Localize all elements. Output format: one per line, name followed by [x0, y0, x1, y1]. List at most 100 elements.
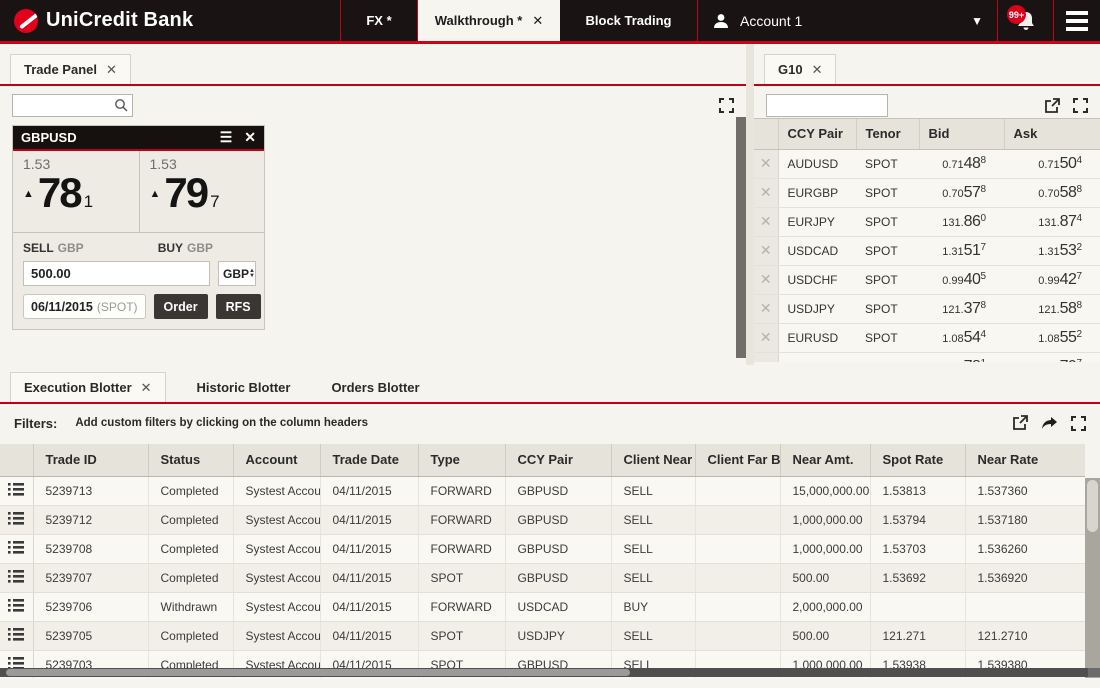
bid-cell[interactable]: 0.71488 — [919, 149, 1004, 179]
blotter-row[interactable]: 5239712CompletedSystest Account04/11/201… — [0, 505, 1085, 535]
blotter-column-header[interactable]: Client Far Base — [695, 444, 781, 477]
main-menu-button[interactable] — [1053, 0, 1100, 41]
remove-pair-button[interactable]: ✕ — [754, 178, 779, 208]
rates-row: ✕ AUDUSD SPOT 0.71488 0.71504 — [754, 149, 1100, 179]
cell-near_amt: 1,000,000.00 — [780, 534, 871, 564]
tab-execution-blotter[interactable]: Execution Blotter ✕ — [10, 372, 166, 402]
expand-icon[interactable] — [1071, 415, 1086, 431]
bid-cell[interactable]: 131.860 — [919, 207, 1004, 237]
remove-pair-button[interactable]: ✕ — [754, 294, 779, 324]
tab-fx[interactable]: FX * — [340, 0, 417, 41]
rates-column-header[interactable]: Ask — [1004, 119, 1100, 150]
row-menu-button[interactable] — [0, 621, 34, 651]
blotter-row[interactable]: 5239707CompletedSystest Account04/11/201… — [0, 563, 1085, 593]
blotter-column-header[interactable]: CCY Pair — [505, 444, 612, 477]
tab-g10[interactable]: G10 ✕ — [764, 54, 837, 84]
tab-block-trading[interactable]: Block Trading — [560, 0, 697, 41]
blotter-row[interactable]: 5239708CompletedSystest Account04/11/201… — [0, 534, 1085, 564]
bid-price-button[interactable]: 1.53 ▲ 78 1 — [13, 151, 139, 232]
ask-cell[interactable]: 0.70588 — [1004, 178, 1100, 208]
rates-column-header[interactable]: Tenor — [856, 119, 920, 150]
remove-pair-button[interactable]: ✕ — [754, 149, 779, 179]
ask-cell[interactable]: 131.874 — [1004, 207, 1100, 237]
share-icon[interactable] — [1041, 416, 1058, 431]
order-button[interactable]: Order — [153, 294, 208, 319]
currency-select[interactable]: GBP ▲ ▼ — [218, 261, 256, 286]
cell-near_amt: 500.00 — [780, 621, 871, 651]
row-menu-button[interactable] — [0, 534, 34, 564]
tab-trade-panel[interactable]: Trade Panel ✕ — [10, 54, 131, 84]
blotter-horizontal-scrollbar[interactable] — [0, 668, 1088, 677]
tab-historic-blotter[interactable]: Historic Blotter — [184, 372, 304, 402]
tile-header[interactable]: GBPUSD ☰ ✕ — [13, 126, 264, 151]
cell-client_far_base — [695, 592, 781, 622]
row-menu-button[interactable] — [0, 563, 34, 593]
ask-cell[interactable]: 0.99427 — [1004, 265, 1100, 295]
blotter-row[interactable]: 5239705CompletedSystest Account04/11/201… — [0, 621, 1085, 651]
rfs-button[interactable]: RFS — [215, 294, 261, 319]
remove-pair-button[interactable]: ✕ — [754, 236, 779, 266]
close-icon[interactable]: ✕ — [812, 62, 823, 78]
blotter-column-header[interactable]: Spot Rate — [870, 444, 966, 477]
rates-column-header[interactable]: CCY Pair — [778, 119, 857, 150]
cell-trade_id: 5239708 — [33, 534, 149, 564]
account-menu[interactable]: Account 1 ▼ — [697, 0, 997, 41]
blotter-column-header[interactable]: Client Near Bas — [611, 444, 696, 477]
ask-cell[interactable]: 1.31532 — [1004, 236, 1100, 266]
bid-cell[interactable]: 0.99405 — [919, 265, 1004, 295]
tab-walkthrough[interactable]: Walkthrough * ✕ — [417, 0, 560, 41]
blotter-column-header[interactable]: Account — [233, 444, 321, 477]
blotter-column-header[interactable] — [0, 444, 34, 477]
notifications-button[interactable]: 99+ — [997, 0, 1053, 41]
blotter-row[interactable]: 5239706WithdrawnSystest Account04/11/201… — [0, 592, 1085, 622]
trade-panel-tab-row: Trade Panel ✕ — [0, 44, 746, 86]
close-icon[interactable]: ✕ — [532, 13, 543, 29]
settlement-date-field[interactable]: 06/11/2015 (SPOT) — [23, 294, 146, 319]
tile-close-icon[interactable]: ✕ — [244, 129, 256, 146]
popout-icon[interactable] — [1044, 97, 1060, 114]
ccy-pair-cell: EURGBP — [778, 178, 856, 208]
rates-search-input[interactable] — [766, 94, 888, 117]
blotter-column-header[interactable]: Type — [418, 444, 506, 477]
remove-pair-button[interactable]: ✕ — [754, 323, 779, 353]
ask-cell[interactable]: 0.71504 — [1004, 149, 1100, 179]
bid-big-figure: 78 — [37, 169, 83, 216]
ask-pip: 7 — [210, 192, 220, 211]
ask-cell[interactable]: 1.08552 — [1004, 323, 1100, 353]
blotter-column-header[interactable]: Near Rate — [965, 444, 1085, 477]
ask-cell[interactable]: 1.53797 — [1004, 352, 1100, 362]
bid-cell[interactable]: 121.378 — [919, 294, 1004, 324]
blotter-row[interactable]: 5239713CompletedSystest Account04/11/201… — [0, 476, 1085, 506]
bid-cell[interactable]: 0.70578 — [919, 178, 1004, 208]
close-icon[interactable]: ✕ — [141, 380, 152, 396]
expand-icon[interactable] — [719, 98, 734, 113]
row-menu-button[interactable] — [0, 476, 34, 506]
amount-input[interactable] — [23, 261, 210, 286]
bid-cell[interactable]: 1.31517 — [919, 236, 1004, 266]
bid-cell[interactable]: 1.53781 — [919, 352, 1004, 362]
row-menu-button[interactable] — [0, 592, 34, 622]
cell-client_near_base: SELL — [611, 476, 696, 506]
remove-pair-button[interactable]: ✕ — [754, 207, 779, 237]
tile-menu-icon[interactable]: ☰ — [220, 129, 233, 146]
row-menu-button[interactable] — [0, 505, 34, 535]
ask-price-button[interactable]: 1.53 ▲ 79 7 — [138, 151, 265, 232]
cell-near_rate: 1.537360 — [965, 476, 1085, 506]
remove-pair-button[interactable]: ✕ — [754, 265, 779, 295]
cell-trade_date: 04/11/2015 — [320, 563, 419, 593]
blotter-column-header[interactable]: Near Amt. — [780, 444, 871, 477]
blotter-column-header[interactable]: Status — [148, 444, 234, 477]
blotter-column-header[interactable]: Trade ID — [33, 444, 149, 477]
remove-pair-button[interactable]: ✕ — [754, 352, 779, 362]
blotter-column-header[interactable]: Trade Date — [320, 444, 419, 477]
rates-column-header[interactable]: Bid — [919, 119, 1005, 150]
ccy-pair-cell: GBPUSD — [778, 352, 856, 362]
expand-icon[interactable] — [1073, 98, 1088, 113]
trade-panel-scrollbar[interactable] — [736, 117, 746, 358]
blotter-vertical-scrollbar[interactable] — [1085, 478, 1100, 678]
bid-cell[interactable]: 1.08544 — [919, 323, 1004, 353]
popout-icon[interactable] — [1012, 415, 1028, 431]
close-icon[interactable]: ✕ — [106, 62, 117, 78]
tab-orders-blotter[interactable]: Orders Blotter — [318, 372, 432, 402]
ask-cell[interactable]: 121.588 — [1004, 294, 1100, 324]
